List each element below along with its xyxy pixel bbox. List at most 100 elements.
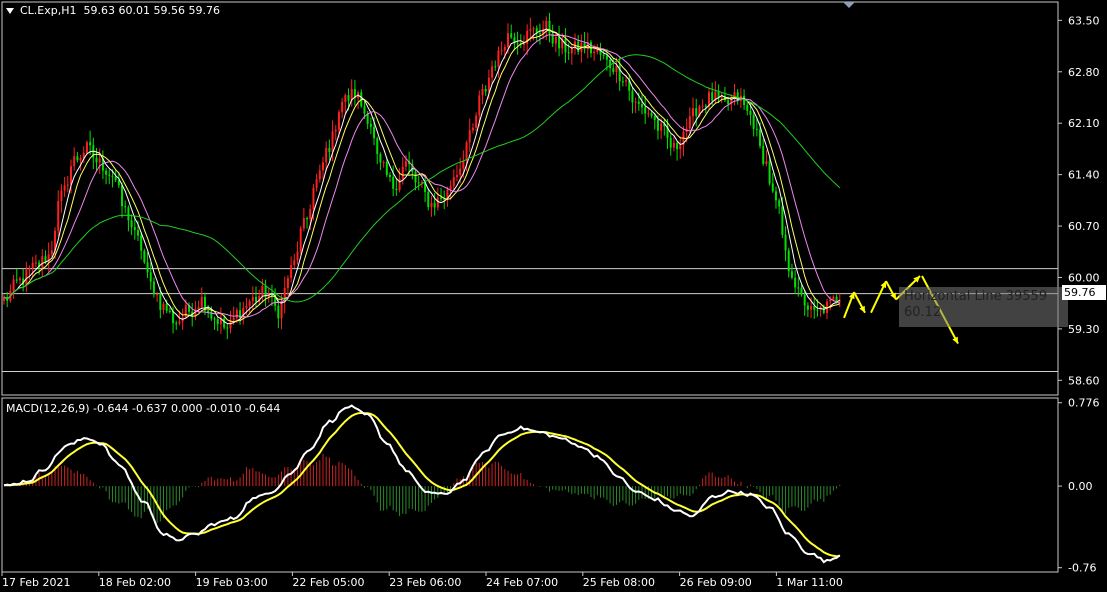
- candle-body: [481, 88, 484, 96]
- candle-body: [701, 105, 704, 107]
- candle-body: [631, 90, 634, 103]
- candle-body: [545, 20, 548, 29]
- candle-body: [232, 317, 235, 321]
- candle: [388, 172, 391, 182]
- candle-body: [455, 175, 458, 177]
- time-tick-label: 1 Mar 11:00: [776, 576, 842, 589]
- moving-average-5: [3, 28, 841, 325]
- forecast-arrow: [843, 291, 855, 319]
- candle: [213, 316, 216, 330]
- candle-body: [637, 101, 640, 104]
- candle: [717, 84, 720, 104]
- candle-body: [280, 301, 283, 319]
- candle-body: [593, 51, 596, 54]
- price-tick-label: 62.10: [1068, 117, 1100, 130]
- candle-body: [704, 105, 707, 107]
- candle-body: [369, 123, 372, 127]
- candle: [98, 148, 101, 175]
- candle-body: [433, 202, 436, 208]
- candle-body: [296, 251, 299, 261]
- candle-body: [373, 126, 376, 139]
- candle-body: [255, 296, 258, 302]
- candle-body: [727, 100, 730, 105]
- candle: [143, 248, 146, 264]
- candle-body: [822, 307, 825, 313]
- candle-body: [596, 49, 599, 52]
- candle: [692, 97, 695, 125]
- candle: [577, 34, 580, 55]
- candle: [395, 178, 398, 196]
- candle: [602, 49, 605, 60]
- candle-body: [124, 206, 127, 208]
- candle: [302, 208, 305, 232]
- candle-body: [832, 296, 835, 300]
- candle: [471, 123, 474, 134]
- candle: [589, 39, 592, 58]
- price-tick-label: 58.60: [1068, 374, 1100, 387]
- object-tooltip: Horizontal Line 39559 60.12: [899, 287, 1068, 327]
- candle-body: [755, 128, 758, 130]
- candle: [676, 140, 679, 161]
- time-tick-label: 23 Feb 06:00: [389, 576, 461, 589]
- candle-body: [127, 207, 130, 221]
- candle-body: [810, 306, 813, 310]
- candle-body: [806, 305, 809, 310]
- candle-body: [95, 157, 98, 163]
- candle: [510, 24, 513, 39]
- candle-body: [223, 318, 226, 328]
- macd-tick-label: -0.76: [1068, 562, 1096, 575]
- candle: [813, 297, 816, 319]
- candle-body: [615, 65, 618, 73]
- candle-body: [28, 268, 31, 270]
- candle: [790, 263, 793, 280]
- candle-body: [427, 191, 430, 208]
- candle-body: [538, 33, 541, 35]
- candle: [92, 137, 95, 170]
- candle-body: [347, 95, 350, 101]
- candle-body: [491, 66, 494, 78]
- candle: [18, 276, 21, 285]
- price-frame: [1, 1, 1059, 396]
- candle-body: [500, 50, 503, 52]
- candle-body: [312, 187, 315, 210]
- candle: [548, 12, 551, 43]
- candle-body: [609, 59, 612, 69]
- candle: [60, 184, 63, 213]
- candle: [286, 275, 289, 296]
- candle-body: [532, 28, 535, 30]
- candle: [436, 187, 439, 211]
- candle-body: [66, 184, 69, 186]
- candle: [641, 94, 643, 115]
- candle-body: [325, 147, 328, 163]
- candle-body: [621, 81, 624, 83]
- candle: [299, 226, 302, 255]
- candle-body: [334, 129, 337, 132]
- dropdown-icon[interactable]: [6, 8, 14, 14]
- candle: [149, 261, 152, 290]
- candle: [800, 284, 803, 297]
- candle: [9, 284, 12, 303]
- candle-body: [794, 277, 797, 288]
- candle-body: [564, 38, 567, 53]
- candle-body: [570, 48, 573, 54]
- candle-body: [759, 129, 762, 146]
- candle: [200, 287, 203, 309]
- candle-body: [98, 158, 101, 163]
- candle: [280, 294, 283, 330]
- candle: [28, 265, 31, 280]
- candle: [175, 320, 178, 330]
- candle-body: [299, 228, 302, 252]
- candle-body: [660, 123, 663, 131]
- candle-body: [85, 142, 88, 153]
- candle: [784, 226, 787, 262]
- candle-body: [797, 287, 800, 289]
- candle: [481, 83, 484, 105]
- candle-body: [168, 310, 171, 312]
- candle: [647, 107, 650, 118]
- candle-body: [401, 166, 404, 179]
- candle-body: [522, 43, 525, 45]
- candle: [516, 31, 519, 55]
- candle-body: [478, 95, 481, 116]
- candle: [500, 41, 503, 56]
- candle-body: [711, 92, 714, 101]
